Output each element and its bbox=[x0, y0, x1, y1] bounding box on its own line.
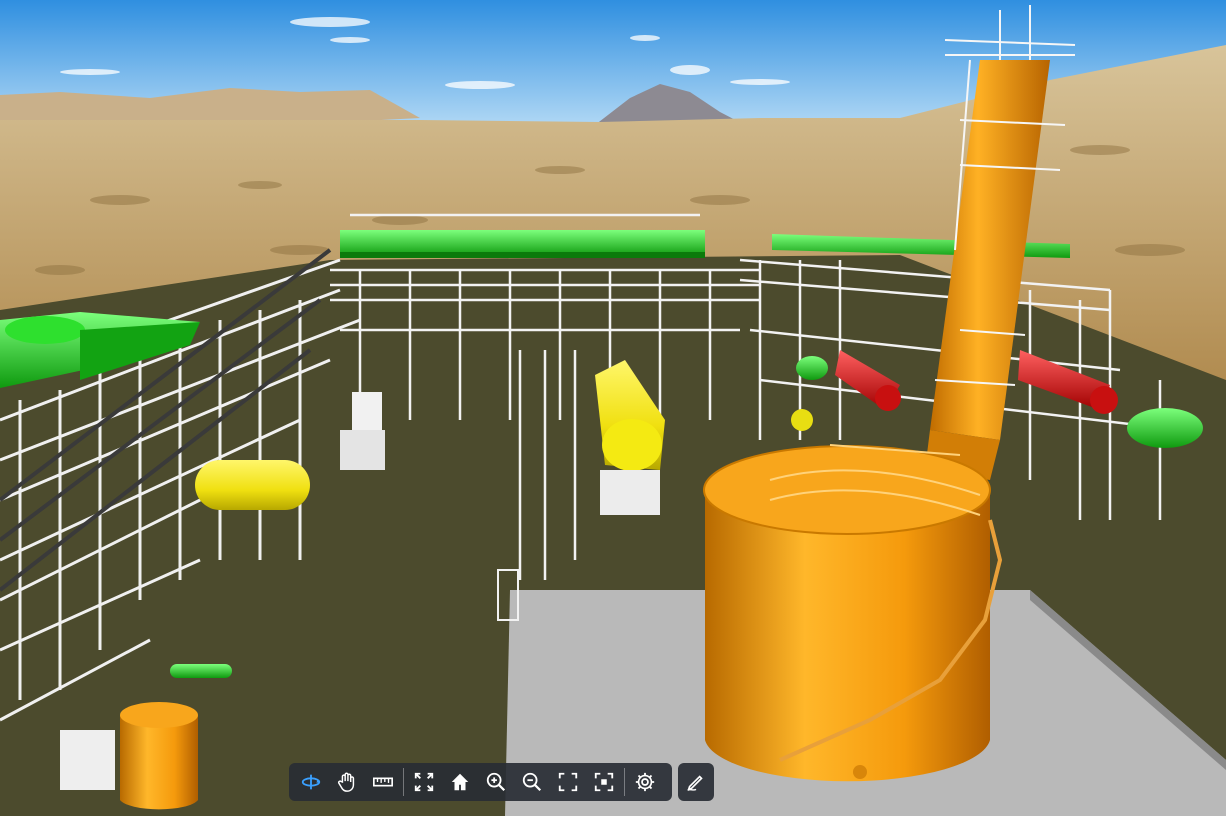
gear-icon bbox=[635, 772, 655, 792]
focus-icon bbox=[594, 772, 614, 792]
3d-viewport[interactable] bbox=[0, 0, 1226, 816]
storage-tank-large bbox=[703, 444, 1003, 782]
focus-selection-button[interactable] bbox=[586, 766, 622, 798]
green-vessel-center bbox=[796, 356, 828, 380]
orbit-icon bbox=[301, 774, 321, 790]
viewer-toolbar bbox=[289, 763, 672, 801]
home-button[interactable] bbox=[442, 766, 478, 798]
storage-tank-small bbox=[120, 702, 198, 810]
ruler-icon bbox=[373, 777, 393, 787]
air-cooler-bank-center bbox=[340, 230, 705, 258]
hand-icon bbox=[338, 772, 355, 792]
home-icon bbox=[451, 773, 469, 791]
measure-button[interactable] bbox=[365, 766, 401, 798]
green-exchanger-bottom bbox=[170, 664, 232, 678]
zoom-window-button[interactable] bbox=[550, 766, 586, 798]
zoom-out-button[interactable] bbox=[514, 766, 550, 798]
toolbar-separator bbox=[403, 768, 404, 796]
toolbar-separator bbox=[624, 768, 625, 796]
yellow-horizontal-vessel-left bbox=[195, 460, 310, 510]
green-vessel-right bbox=[1127, 408, 1203, 448]
zoom-out-icon bbox=[522, 772, 542, 792]
zoom-in-icon bbox=[486, 772, 506, 792]
zoom-window-icon bbox=[558, 772, 578, 792]
settings-button[interactable] bbox=[627, 766, 663, 798]
yellow-small-vessel bbox=[791, 409, 813, 431]
orbit-button[interactable] bbox=[293, 766, 329, 798]
markup-toolbar bbox=[678, 763, 714, 801]
markup-button[interactable] bbox=[678, 766, 714, 798]
equipment-skid-bottom-left bbox=[60, 730, 115, 790]
pen-icon bbox=[687, 775, 703, 791]
equipment-skid-mid bbox=[352, 392, 382, 430]
fit-view-icon bbox=[414, 772, 434, 792]
equipment-skid-center bbox=[340, 430, 385, 470]
zoom-in-button[interactable] bbox=[478, 766, 514, 798]
fit-view-button[interactable] bbox=[406, 766, 442, 798]
pan-button[interactable] bbox=[329, 766, 365, 798]
